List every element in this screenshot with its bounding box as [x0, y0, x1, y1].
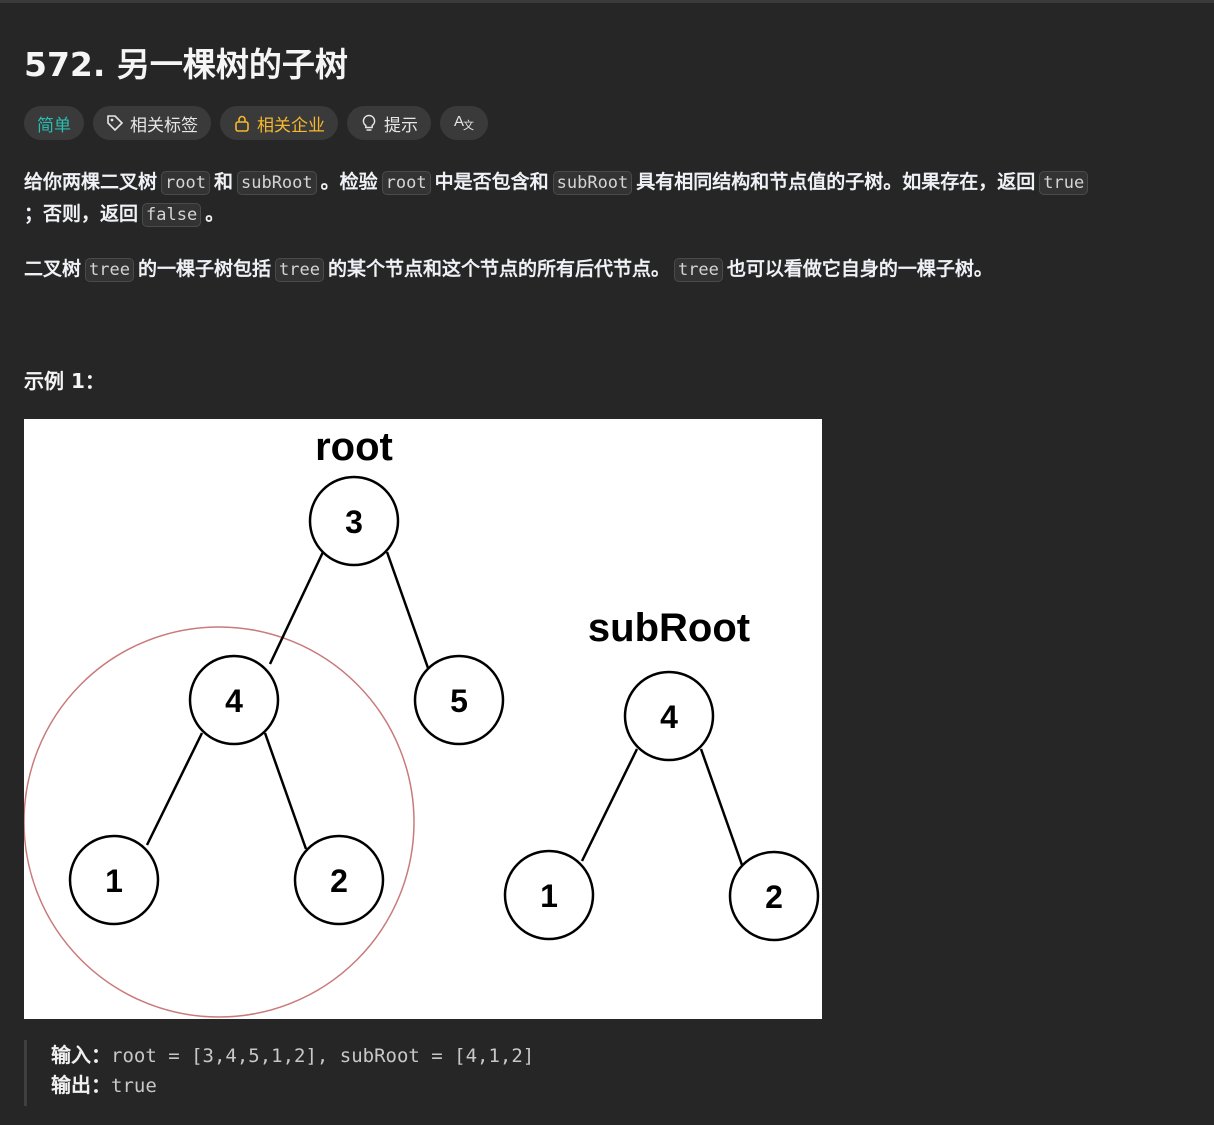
- edge: [699, 748, 744, 866]
- description-paragraph-2: 二叉树 tree 的一棵子树包括 tree 的某个节点和这个节点的所有后代节点。 tree…: [24, 258, 993, 282]
- svg-text:1: 1: [105, 863, 123, 899]
- example-io-block: 输入：root = [3,4,5,1,2], subRoot = [4,1,2]…: [24, 1040, 1051, 1106]
- example-title: 示例 1：: [24, 369, 105, 393]
- edge: [263, 732, 308, 850]
- edge: [268, 551, 325, 665]
- description-paragraph-1-cont: ；否则，返回 false。: [24, 203, 225, 227]
- svg-text:4: 4: [225, 683, 243, 719]
- inline-code: true: [1039, 171, 1089, 195]
- inline-code: root: [161, 171, 210, 195]
- subroot-label: subRoot: [588, 606, 750, 650]
- top-divider: [0, 0, 1214, 3]
- tree-node: 4: [188, 654, 280, 746]
- svg-text:1: 1: [540, 878, 558, 914]
- tree-node: 3: [308, 475, 400, 567]
- tag-bar: 简单 相关标签 相关企业 提示 A文: [24, 106, 488, 140]
- lock-icon: [233, 114, 251, 132]
- inline-code: tree: [673, 258, 723, 282]
- related-tags-label: 相关标签: [130, 115, 198, 136]
- svg-text:2: 2: [765, 879, 783, 915]
- example-input: 输入：root = [3,4,5,1,2], subRoot = [4,1,2]: [51, 1043, 535, 1067]
- tree-node: 2: [293, 834, 385, 926]
- tree-diagram: root subRoot 3 4 5 1 2 4 1 2: [23, 425, 820, 1018]
- inline-code: subRoot: [552, 171, 633, 195]
- related-tags-button[interactable]: 相关标签: [93, 106, 211, 140]
- subtree-node: 2: [728, 850, 820, 942]
- tree-node: 5: [413, 654, 505, 746]
- svg-text:文: 文: [463, 118, 474, 131]
- related-companies-button[interactable]: 相关企业: [220, 106, 338, 140]
- example-output: 输出：true: [51, 1073, 157, 1097]
- description-paragraph-1: 给你两棵二叉树 root 和 subRoot 。检验 root 中是否包含和 subRoot 具…: [24, 166, 1092, 199]
- hint-label: 提示: [384, 115, 418, 136]
- root-label: root: [315, 425, 393, 469]
- edge: [145, 732, 204, 846]
- translate-icon: A文: [453, 111, 475, 136]
- example-figure: root subRoot 3 4 5 1 2 4 1 2: [23, 419, 822, 1019]
- edge: [580, 748, 639, 862]
- svg-text:2: 2: [330, 863, 348, 899]
- difficulty-badge[interactable]: 简单: [24, 106, 84, 140]
- inline-code: false: [142, 203, 202, 227]
- problem-title: 572. 另一棵树的子树: [24, 45, 348, 84]
- edge: [385, 551, 430, 669]
- related-companies-label: 相关企业: [257, 115, 325, 136]
- tag-icon: [106, 114, 124, 132]
- hint-button[interactable]: 提示: [347, 106, 431, 140]
- svg-text:4: 4: [660, 699, 678, 735]
- inline-code: subRoot: [236, 171, 317, 195]
- tree-node: 1: [68, 834, 160, 926]
- subtree-node: 1: [503, 849, 595, 941]
- lightbulb-icon: [360, 114, 378, 132]
- svg-text:5: 5: [450, 683, 468, 719]
- inline-code: tree: [85, 258, 134, 282]
- subtree-node: 4: [623, 670, 715, 762]
- inline-code: root: [381, 171, 431, 195]
- svg-text:3: 3: [345, 504, 363, 540]
- translate-button[interactable]: A文: [440, 106, 488, 140]
- inline-code: tree: [274, 258, 324, 282]
